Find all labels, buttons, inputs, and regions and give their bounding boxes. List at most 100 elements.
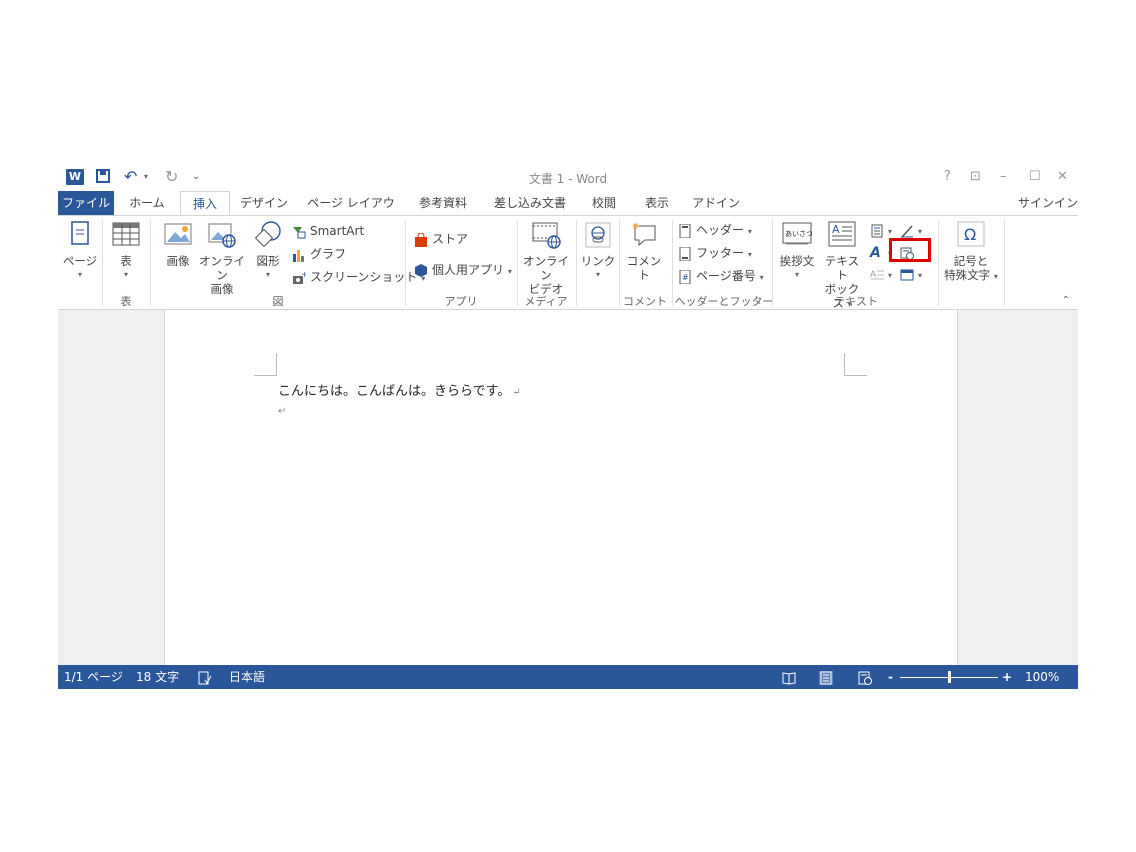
- chart-button[interactable]: グラフ: [292, 244, 346, 264]
- smartart-icon: [292, 225, 306, 239]
- chart-icon: [292, 248, 306, 262]
- my-apps-button[interactable]: 個人用アプリ ▾: [414, 260, 512, 280]
- sign-in-link[interactable]: サインイン: [1018, 191, 1078, 215]
- svg-text:A: A: [832, 223, 840, 236]
- page-number-icon: #: [678, 269, 692, 284]
- zoom-slider-thumb[interactable]: [948, 671, 951, 683]
- greeting-button[interactable]: あいさつ 挨拶文 ▾: [776, 220, 818, 282]
- drop-cap-icon: A: [870, 268, 884, 282]
- online-picture-button[interactable]: オンライン 画像: [198, 220, 246, 296]
- shapes-label: 図形: [256, 254, 280, 268]
- ribbon-display-options-button[interactable]: ⊡: [970, 169, 981, 184]
- date-time-highlight-box: [889, 238, 931, 262]
- quick-parts-icon: [870, 224, 884, 238]
- screenshot-icon: +: [292, 270, 308, 285]
- tab-design[interactable]: デザイン: [238, 191, 290, 215]
- group-label-header-footer: ヘッダーとフッター: [674, 295, 774, 308]
- header-icon: [678, 223, 692, 238]
- footer-icon: [678, 246, 692, 261]
- header-button[interactable]: ヘッダー ▾: [678, 220, 752, 240]
- separator: [102, 220, 103, 306]
- comment-label: コメント: [626, 254, 662, 282]
- my-apps-dropdown-icon: ▾: [507, 267, 512, 276]
- help-button[interactable]: ?: [944, 169, 951, 184]
- quick-parts-button[interactable]: ▾: [870, 220, 892, 240]
- greeting-dropdown-icon: ▾: [794, 270, 799, 279]
- tab-mailings[interactable]: 差し込み文書: [490, 191, 570, 215]
- online-picture-label-1: オンライン: [199, 254, 245, 282]
- table-button[interactable]: 表 ▾: [108, 220, 144, 282]
- header-dropdown-icon: ▾: [747, 227, 752, 236]
- online-video-button[interactable]: オンライン ビデオ: [520, 220, 572, 296]
- tab-review[interactable]: 校閲: [584, 191, 624, 215]
- empty-paragraph-mark: ↵: [278, 406, 287, 417]
- close-button[interactable]: ✕: [1057, 169, 1068, 184]
- smartart-button[interactable]: SmartArt: [292, 221, 364, 241]
- document-text-line[interactable]: こんにちは。こんばんは。きららです。 ↵: [278, 380, 521, 399]
- zoom-level[interactable]: 100%: [1025, 665, 1059, 689]
- maximize-button[interactable]: ☐: [1029, 169, 1041, 184]
- picture-button[interactable]: 画像: [158, 220, 198, 268]
- chart-label: グラフ: [310, 247, 347, 261]
- tab-insert[interactable]: 挿入: [180, 191, 230, 215]
- tab-addins[interactable]: アドイン: [690, 191, 742, 215]
- drop-cap-button[interactable]: A ▾: [870, 264, 892, 284]
- textbox-label-1: テキスト: [824, 254, 860, 282]
- document-area: こんにちは。こんばんは。きららです。 ↵ ↵: [58, 310, 1078, 665]
- print-layout-icon[interactable]: [818, 665, 838, 689]
- signature-line-button[interactable]: ▾: [900, 220, 922, 240]
- status-bar: 1/1 ページ 18 文字 日本語 - + 100%: [58, 665, 1078, 689]
- zoom-in-button[interactable]: +: [1002, 665, 1012, 689]
- online-video-label-1: オンライン: [523, 254, 569, 282]
- pages-dropdown-icon: ▾: [77, 270, 82, 279]
- language-indicator[interactable]: 日本語: [229, 665, 265, 689]
- proofing-icon[interactable]: [198, 665, 212, 689]
- separator: [1004, 220, 1005, 306]
- tab-references[interactable]: 参考資料: [412, 191, 474, 215]
- omega-icon: Ω: [956, 220, 986, 250]
- symbol-label-2: 特殊文字 ▾: [944, 268, 998, 282]
- store-button[interactable]: ストア: [414, 229, 468, 249]
- tab-view[interactable]: 表示: [636, 191, 678, 215]
- svg-text:+: +: [301, 271, 306, 279]
- online-video-icon: [531, 220, 561, 250]
- wordart-icon: A: [870, 244, 881, 261]
- link-button[interactable]: リンク ▾: [580, 220, 616, 282]
- page-count[interactable]: 1/1 ページ: [64, 665, 123, 689]
- symbol-dropdown-icon: ▾: [993, 272, 998, 281]
- page-number-dropdown-icon: ▾: [759, 273, 764, 282]
- greeting-icon: あいさつ: [782, 220, 813, 250]
- word-count[interactable]: 18 文字: [136, 665, 179, 689]
- link-dropdown-icon: ▾: [595, 270, 600, 279]
- group-label-apps: アプリ: [444, 295, 478, 308]
- pages-button[interactable]: ページ ▾: [60, 220, 100, 282]
- symbol-label-1: 記号と: [953, 254, 989, 268]
- collapse-ribbon-icon[interactable]: ⌃: [1062, 295, 1070, 306]
- table-icon: [111, 220, 141, 250]
- tab-home[interactable]: ホーム: [124, 191, 170, 215]
- drop-cap-dropdown-icon: ▾: [888, 271, 893, 280]
- footer-button[interactable]: フッター ▾: [678, 243, 752, 263]
- page-number-button[interactable]: # ページ番号 ▾: [678, 266, 764, 286]
- web-layout-icon[interactable]: [858, 665, 872, 689]
- separator: [576, 220, 577, 306]
- minimize-button[interactable]: –: [1000, 169, 1007, 184]
- footer-label: フッター: [696, 246, 745, 260]
- word-window: W ↶ ▾ ↻ ⌄ 文書 1 - Word ? ⊡ – ☐ ✕ ファイル ホーム…: [58, 163, 1078, 689]
- smartart-label: SmartArt: [310, 224, 365, 238]
- online-picture-icon: [207, 220, 237, 250]
- tab-file[interactable]: ファイル: [58, 191, 114, 215]
- tab-page-layout[interactable]: ページ レイアウト: [304, 191, 398, 234]
- read-mode-icon[interactable]: [782, 665, 796, 689]
- comment-button[interactable]: ✷ コメント: [622, 220, 666, 282]
- object-icon: [900, 268, 914, 282]
- object-button[interactable]: ▾: [900, 264, 922, 284]
- symbol-button[interactable]: Ω 記号と 特殊文字 ▾: [940, 220, 1002, 284]
- shapes-button[interactable]: 図形 ▾: [250, 220, 286, 282]
- page-icon: [65, 220, 95, 250]
- zoom-out-button[interactable]: -: [888, 665, 893, 689]
- window-title: 文書 1 - Word: [528, 172, 608, 186]
- shapes-icon: [253, 220, 283, 250]
- document-page[interactable]: こんにちは。こんばんは。きららです。 ↵ ↵: [164, 310, 958, 665]
- quick-parts-dropdown-icon: ▾: [888, 227, 893, 236]
